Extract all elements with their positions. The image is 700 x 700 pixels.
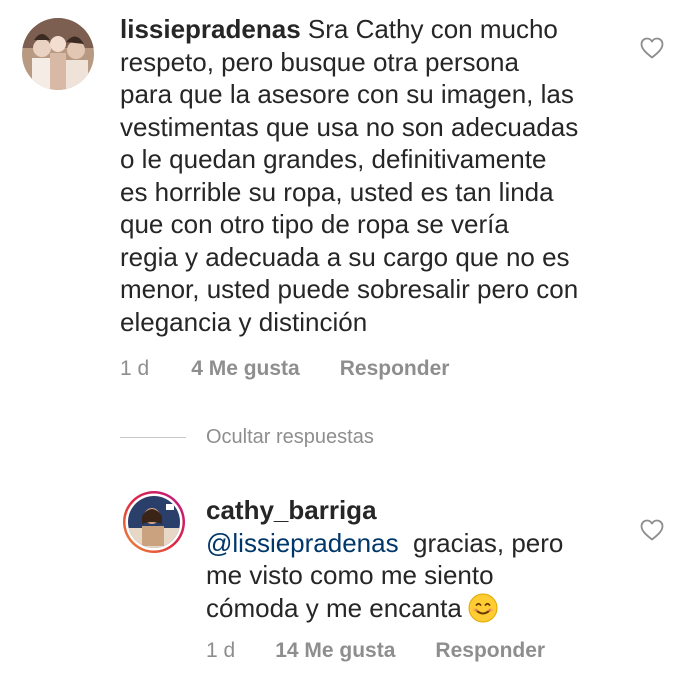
comment-username[interactable]: lissiepradenas bbox=[120, 14, 301, 44]
comment-text: lissiepradenas Sra Cathy con mucho respe… bbox=[120, 13, 610, 338]
like-button[interactable] bbox=[640, 37, 664, 64]
mention-link[interactable]: @lissiepradenas bbox=[206, 528, 399, 558]
hide-replies-toggle[interactable]: Ocultar respuestas bbox=[120, 426, 374, 449]
like-button[interactable] bbox=[640, 519, 664, 546]
reply-button[interactable]: Responder bbox=[435, 639, 545, 663]
avatar[interactable] bbox=[22, 18, 94, 90]
profile-photo-icon bbox=[22, 18, 94, 90]
avatar[interactable] bbox=[122, 490, 186, 554]
heart-outline-icon bbox=[640, 519, 664, 541]
reply-text-line: me visto como me siento bbox=[206, 560, 494, 590]
hide-replies-label: Ocultar respuestas bbox=[206, 426, 374, 448]
comment-text-line: o le quedan grandes, definitivamente bbox=[120, 144, 547, 174]
comment-text-line: respeto, pero busque otra persona bbox=[120, 46, 519, 77]
comment-meta: 1 d 4 Me gusta Responder bbox=[120, 357, 449, 381]
comment-text-line: elegancia y distinción bbox=[120, 306, 368, 337]
reply-button[interactable]: Responder bbox=[340, 357, 450, 381]
reply-likes-link[interactable]: 14 Me gusta bbox=[275, 639, 395, 663]
comment-text-line: es horrible su ropa, usted es tan linda bbox=[120, 176, 554, 207]
heart-outline-icon bbox=[640, 37, 664, 59]
profile-photo-story-ring-icon bbox=[123, 491, 185, 553]
reply-time: 1 d bbox=[206, 639, 236, 662]
comment-text-line: para que la asesore con su imagen, las bbox=[120, 79, 574, 109]
reply-text-line: gracias, pero bbox=[398, 527, 564, 558]
reply-text: cathy_barriga @lissiepradenas gracias, p… bbox=[206, 494, 626, 624]
comment-likes-link[interactable]: 4 Me gusta bbox=[191, 357, 300, 381]
comment-time: 1 d bbox=[120, 357, 150, 380]
comment-text-line: que con otro tipo de ropa se vería bbox=[120, 209, 509, 239]
comment-text-line: menor, usted puede sobresalir pero con bbox=[120, 274, 579, 304]
comment-text-line: Sra Cathy con mucho bbox=[300, 14, 558, 44]
smiling-face-emoji bbox=[468, 593, 498, 623]
reply-username[interactable]: cathy_barriga bbox=[206, 495, 377, 525]
comment-text-line: vestimentas que usa no son adecuadas bbox=[120, 111, 579, 142]
comment-text-line: regia y adecuada a su cargo que no es bbox=[120, 241, 570, 272]
divider-line bbox=[120, 437, 186, 438]
reply-text-line: cómoda y me encanta bbox=[206, 592, 462, 623]
reply-meta: 1 d 14 Me gusta Responder bbox=[206, 639, 545, 663]
